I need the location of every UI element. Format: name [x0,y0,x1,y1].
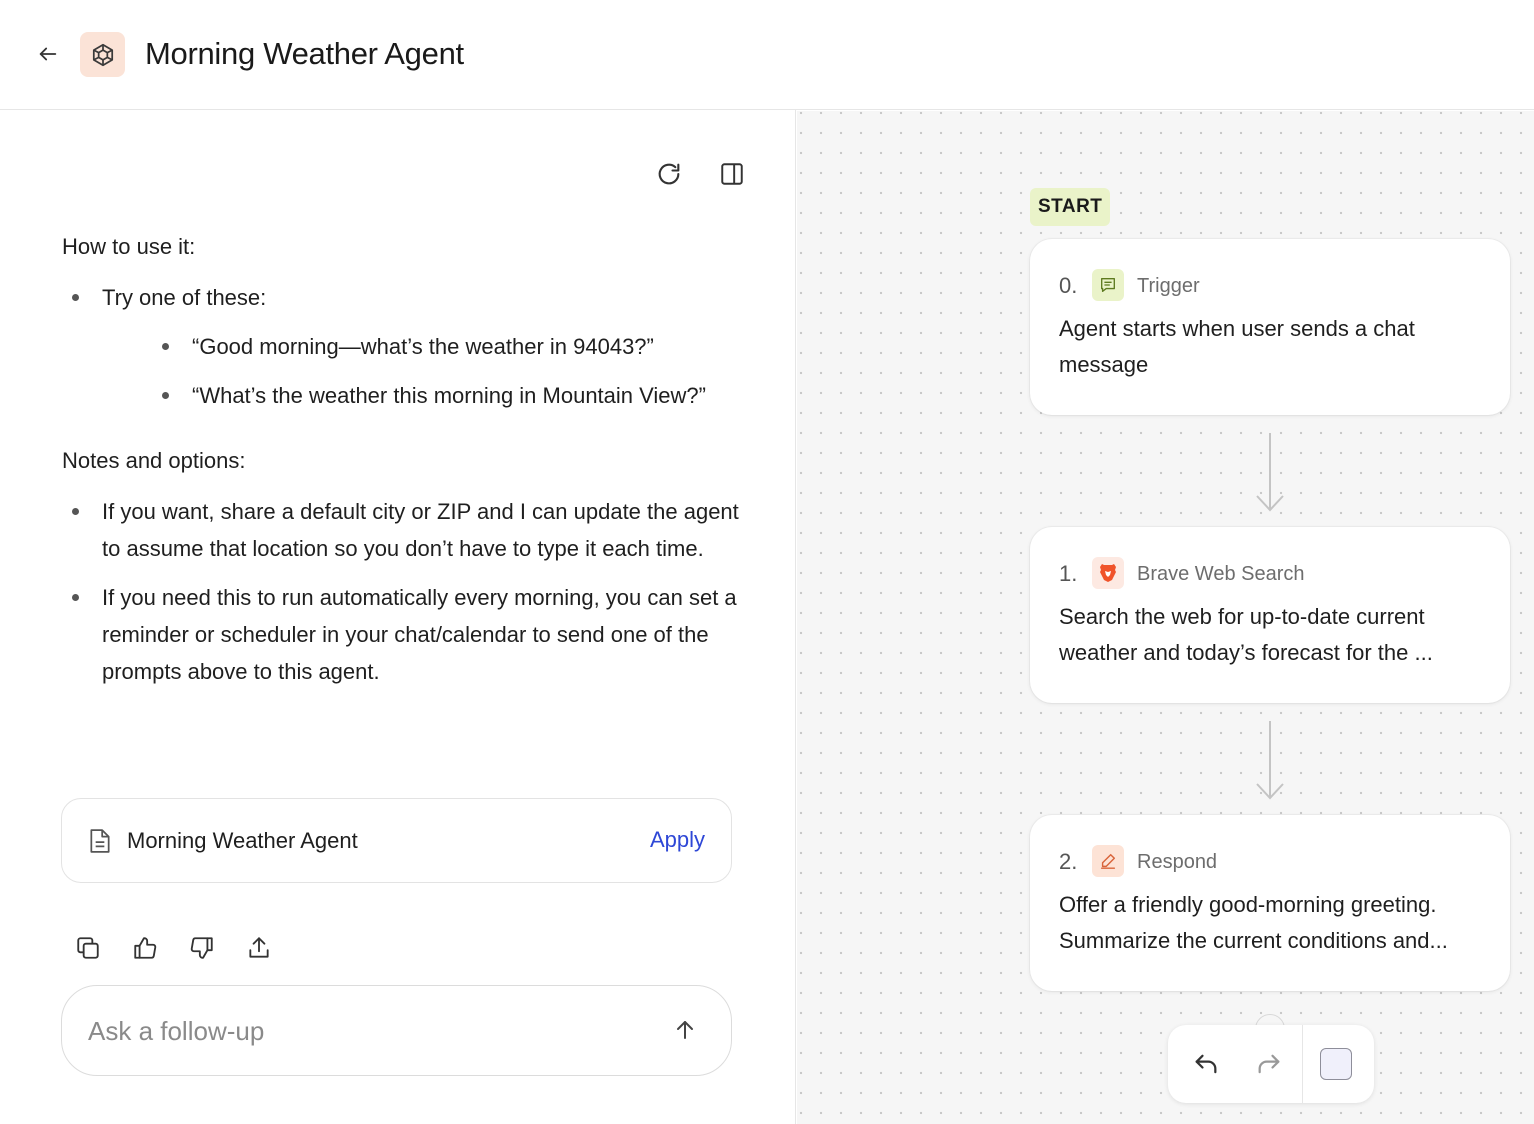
toolbar-divider [1302,1025,1303,1103]
arrow-up-icon [677,1021,693,1039]
undo-icon [1195,1054,1217,1074]
node-type: Brave Web Search [1137,563,1305,585]
document-icon [89,828,111,859]
send-button[interactable] [669,1014,701,1046]
list-item: If you want, share a default city or ZIP… [62,493,752,567]
copy-button[interactable] [70,930,106,966]
list-item: If you need this to run automatically ev… [62,579,752,690]
share-button[interactable] [241,930,277,966]
notes-list: If you want, share a default city or ZIP… [62,493,752,690]
node-number: 0. [1059,273,1078,298]
workflow-node-search[interactable]: 1. Brave Web Search Search the web for u… [1030,527,1510,703]
node-number: 1. [1059,561,1078,586]
color-swatch-icon[interactable] [1320,1048,1352,1080]
connector-arrow [1256,433,1284,512]
sidebar-panel-icon [721,163,743,185]
follow-up-composer [61,985,732,1076]
list-item: Try one of these: “Good morning—what’s t… [62,279,752,414]
pen-icon [1092,845,1124,877]
start-badge: START [1030,188,1111,226]
copy-icon [77,937,99,959]
example-list: “Good morning—what’s the weather in 9404… [102,328,752,414]
connector-arrow [1256,721,1284,800]
node-type: Respond [1137,851,1218,873]
follow-up-input[interactable] [88,1011,648,1051]
workflow-node-trigger[interactable]: 0. Trigger Agent starts when user sends … [1030,239,1510,415]
example-prompt: “What’s the weather this morning in Moun… [102,377,752,414]
redo-icon [1258,1054,1280,1074]
thumbs-up-icon [134,937,157,959]
header: Morning Weather Agent [0,0,1534,110]
node-description: Search the web for up-to-date current we… [1059,604,1433,665]
try-label: Try one of these: [102,285,267,310]
brave-lion-icon [1092,557,1124,589]
share-icon [249,937,269,958]
chat-panel: How to use it: Try one of these: “Good m… [0,110,796,1124]
node-description: Offer a friendly good-morning greeting. … [1059,892,1448,953]
how-heading: How to use it: [62,234,196,259]
node-type: Trigger [1137,275,1200,297]
page-title: Morning Weather Agent [145,36,464,71]
toggle-panel-button[interactable] [714,156,750,192]
artifact-title: Morning Weather Agent [127,828,358,853]
chat-message-icon [1092,269,1124,301]
artifact-card[interactable]: Morning Weather Agent Apply [61,798,732,883]
workflow-canvas[interactable]: START 0. Trigger Agent starts when user … [797,111,1534,1124]
back-button[interactable] [34,40,62,68]
canvas-toolbar [1168,1025,1374,1103]
apply-button[interactable]: Apply [650,825,705,855]
usage-list: Try one of these: “Good morning—what’s t… [62,279,752,414]
node-number: 2. [1059,849,1078,874]
thumbs-down-icon [190,937,213,959]
assistant-message: How to use it: Try one of these: “Good m… [62,228,752,690]
node-description: Agent starts when user sends a chat mess… [1059,316,1415,377]
workflow-node-respond[interactable]: 2. Respond Offer a friendly good-morning… [1030,815,1510,991]
example-prompt: “Good morning—what’s the weather in 9404… [102,328,752,365]
notes-heading: Notes and options: [62,448,246,473]
refresh-button[interactable] [651,156,687,192]
arrow-left-icon [39,47,57,61]
thumbs-down-button[interactable] [184,930,220,966]
redo-button[interactable] [1251,1046,1287,1082]
agent-cube-icon [80,32,125,77]
undo-button[interactable] [1188,1046,1224,1082]
refresh-icon [658,163,680,185]
thumbs-up-button[interactable] [127,930,163,966]
